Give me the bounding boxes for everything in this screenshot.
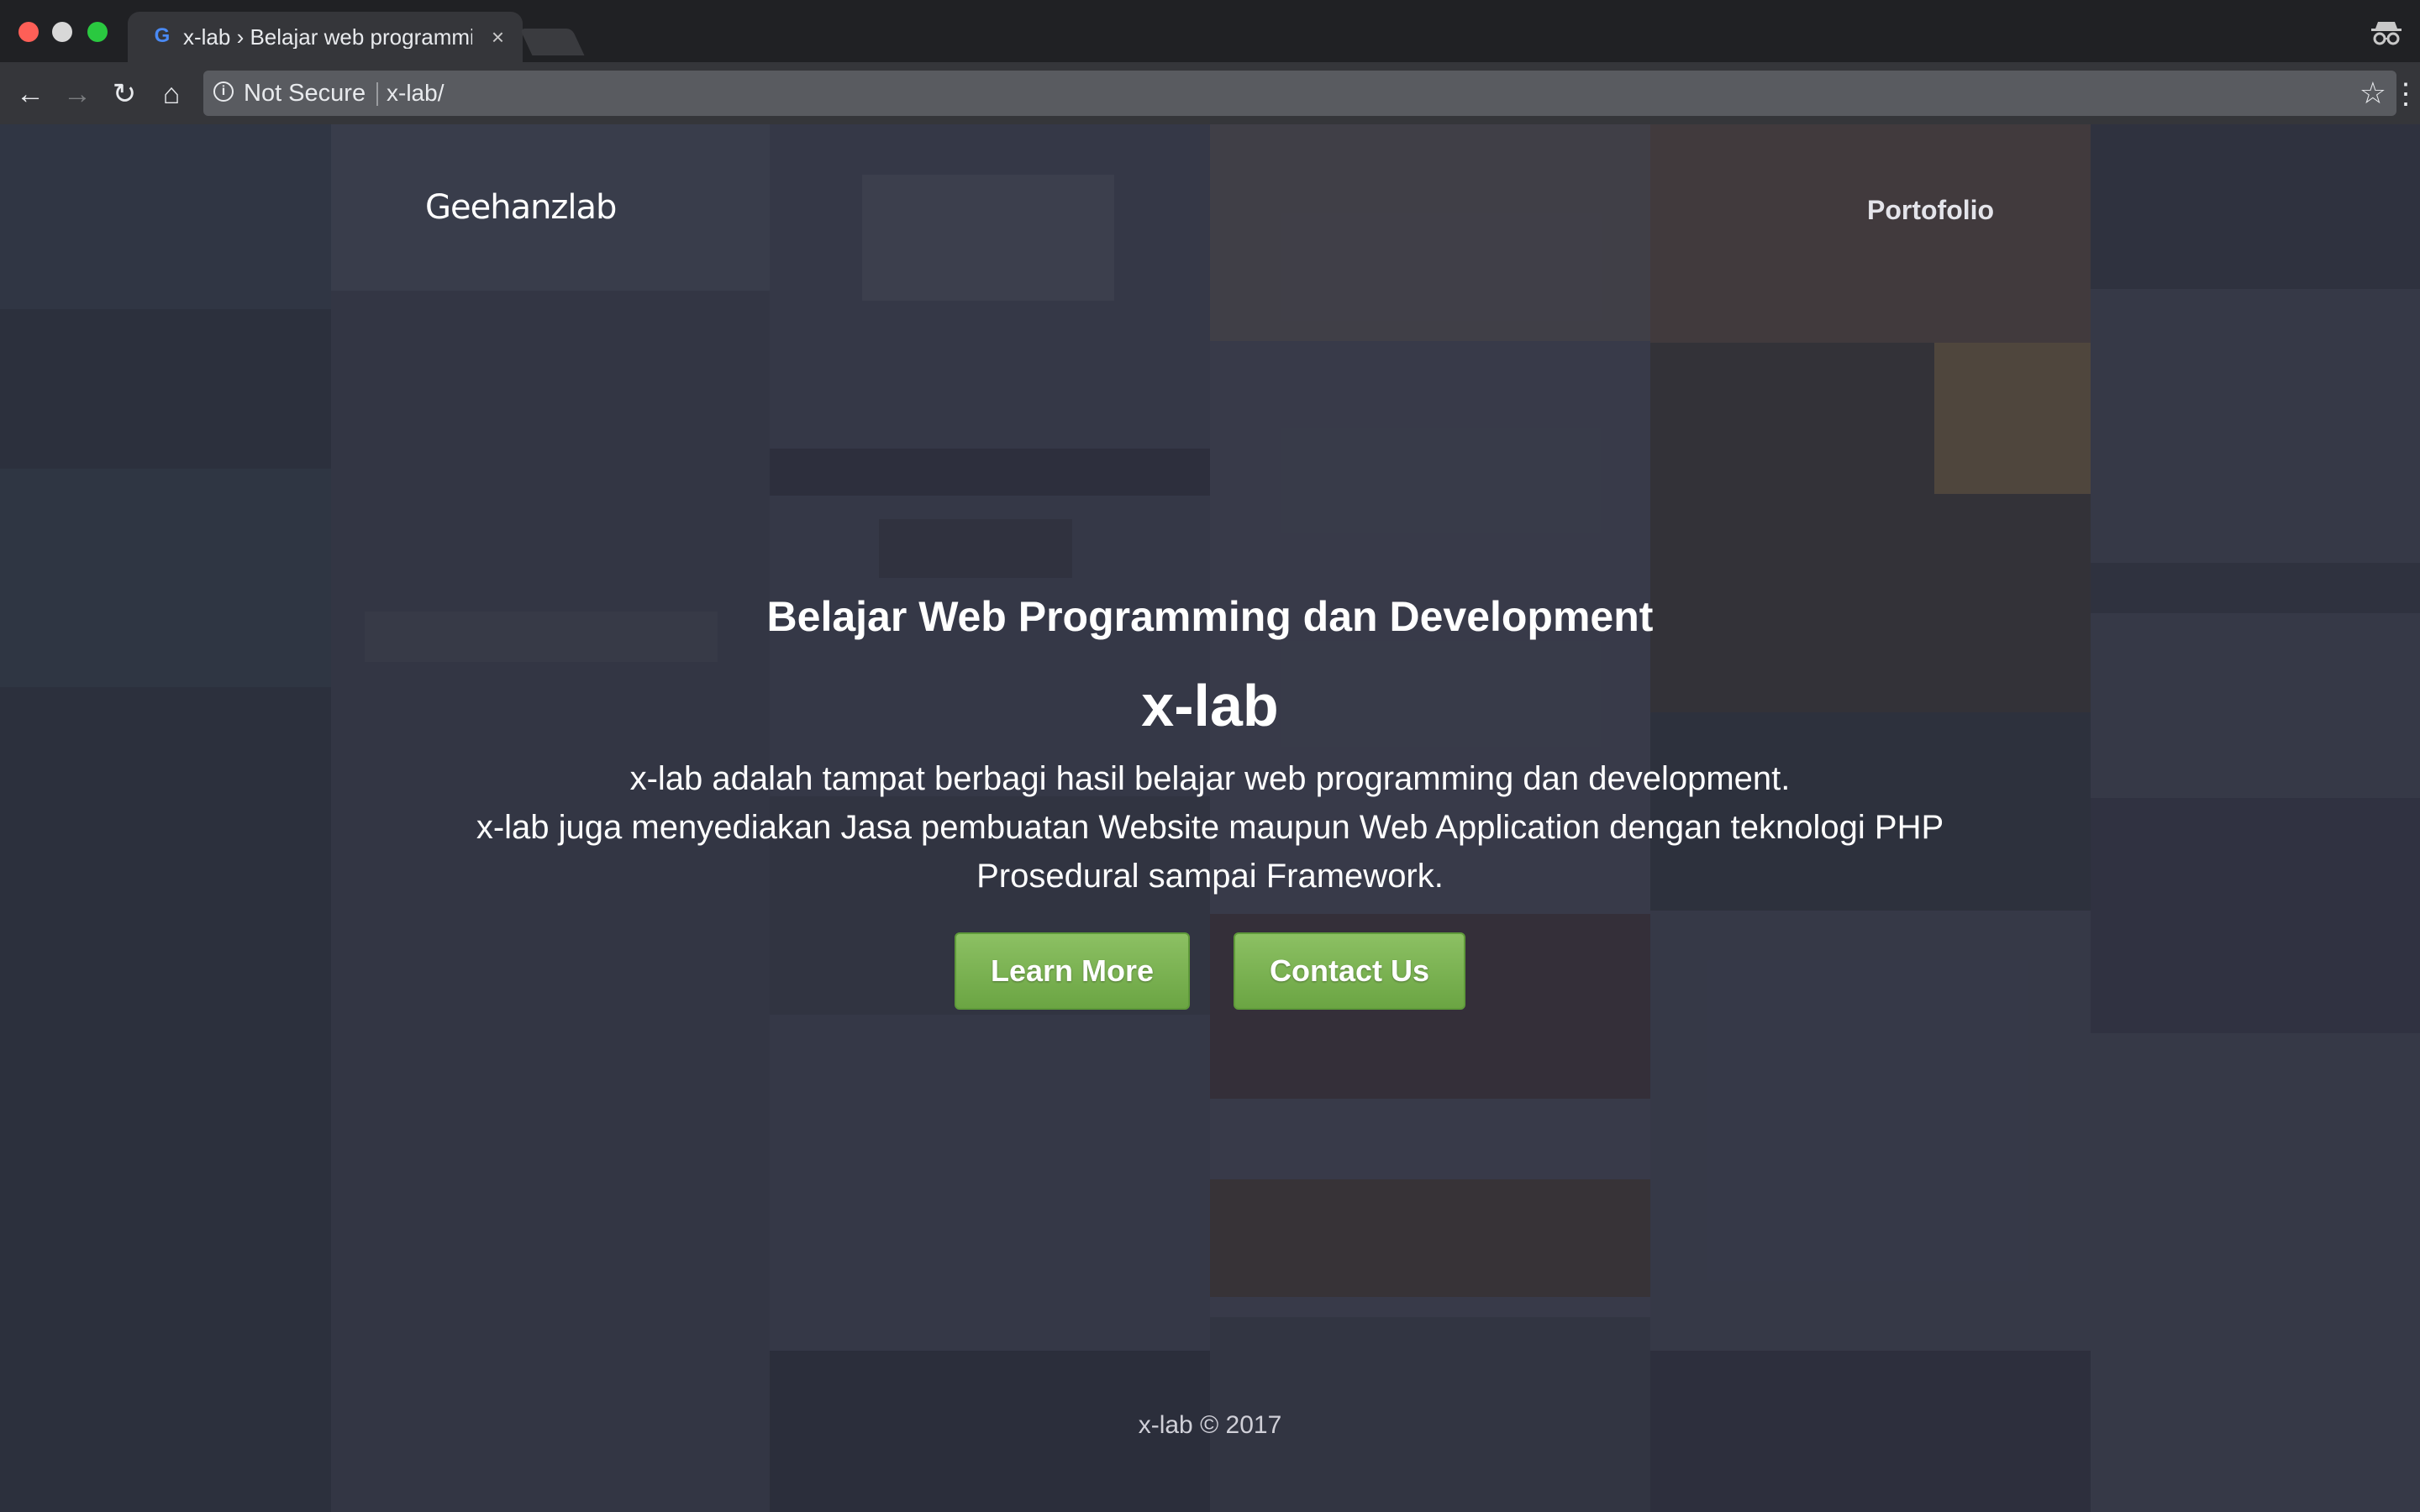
bookmark-star-icon[interactable]: ☆ (2360, 77, 2386, 109)
tab-title: x-lab › Belajar web programming dan deve… (183, 25, 472, 49)
learn-more-button[interactable]: Learn More (955, 932, 1190, 1010)
hero-description-line: x-lab adalah tampat berbagi hasil belaja… (629, 760, 1791, 797)
close-window-button[interactable] (18, 22, 39, 42)
browser-tab[interactable]: G x-lab › Belajar web programming dan de… (128, 12, 523, 62)
info-icon[interactable]: i (213, 81, 234, 102)
hero-description-line: x-lab juga menyediakan Jasa pembuatan We… (476, 809, 1944, 895)
maximize-window-button[interactable] (87, 22, 108, 42)
reload-icon[interactable]: ↻ (108, 77, 141, 111)
back-arrow-icon[interactable]: ← (13, 77, 47, 111)
browser-menu-icon[interactable]: ⋮ (2391, 77, 2420, 111)
nav-link-portofolio[interactable]: Portofolio (1867, 195, 1994, 226)
footer-copyright: x-lab © 2017 (1138, 1411, 1282, 1439)
incognito-icon[interactable] (2370, 17, 2403, 47)
brand-logo[interactable]: Geehanzlab (425, 188, 617, 227)
contact-us-button[interactable]: Contact Us (1234, 932, 1465, 1010)
home-icon[interactable]: ⌂ (155, 77, 188, 111)
browser-toolbar: ← → ↻ ⌂ i Not Secure x-lab/ ☆ ⋮ (0, 62, 2420, 124)
hero-title: x-lab (1141, 673, 1279, 738)
page-viewport: Geehanzlab Portofolio Belajar Web Progra… (0, 124, 2420, 1512)
minimize-window-button[interactable] (52, 22, 72, 42)
security-indicator[interactable]: Not Secure (244, 81, 366, 106)
hero-subtitle: Belajar Web Programming dan Development (766, 593, 1654, 640)
tab-close-icon[interactable]: × (492, 25, 504, 49)
url-text[interactable]: x-lab/ (387, 81, 444, 106)
forward-arrow-icon[interactable]: → (60, 77, 94, 111)
new-tab-button[interactable] (519, 29, 585, 55)
browser-titlebar: G x-lab › Belajar web programming dan de… (0, 0, 2420, 62)
address-bar[interactable]: i Not Secure x-lab/ ☆ (203, 71, 2396, 116)
hero-description: x-lab adalah tampat berbagi hasil belaja… (454, 754, 1966, 900)
omnibox-separator (376, 82, 378, 106)
